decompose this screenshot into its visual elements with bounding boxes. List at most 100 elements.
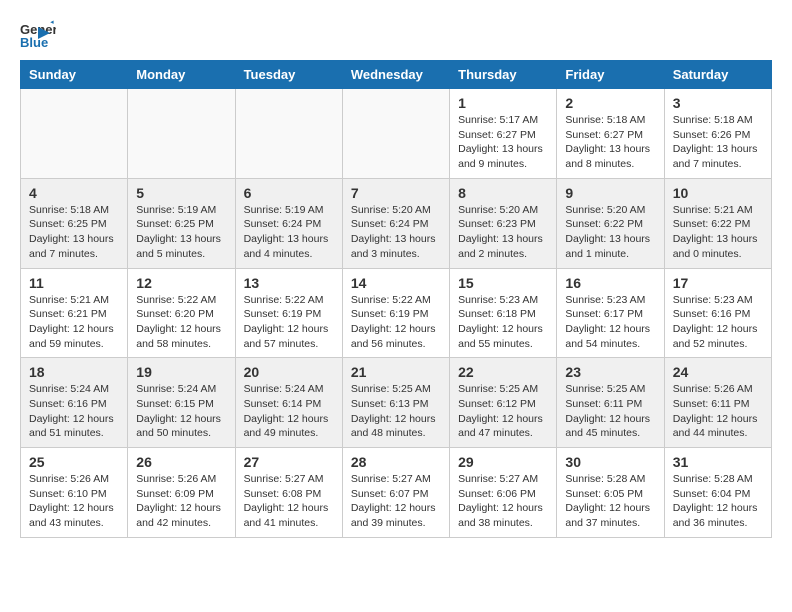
date-number: 22 bbox=[458, 364, 548, 380]
logo-arrow-icon bbox=[34, 23, 54, 43]
cell-info: Sunrise: 5:24 AMSunset: 6:16 PMDaylight:… bbox=[29, 382, 119, 441]
date-number: 16 bbox=[565, 275, 655, 291]
calendar-cell: 21 Sunrise: 5:25 AMSunset: 6:13 PMDayligh… bbox=[342, 358, 449, 448]
date-number: 8 bbox=[458, 185, 548, 201]
calendar-cell: 2 Sunrise: 5:18 AMSunset: 6:27 PMDaylight… bbox=[557, 89, 664, 179]
cell-info: Sunrise: 5:18 AMSunset: 6:26 PMDaylight:… bbox=[673, 113, 763, 172]
cell-info: Sunrise: 5:25 AMSunset: 6:12 PMDaylight:… bbox=[458, 382, 548, 441]
date-number: 9 bbox=[565, 185, 655, 201]
date-number: 10 bbox=[673, 185, 763, 201]
calendar-week-4: 18 Sunrise: 5:24 AMSunset: 6:16 PMDayligh… bbox=[21, 358, 772, 448]
calendar-cell: 6 Sunrise: 5:19 AMSunset: 6:24 PMDaylight… bbox=[235, 178, 342, 268]
calendar-cell: 1 Sunrise: 5:17 AMSunset: 6:27 PMDaylight… bbox=[450, 89, 557, 179]
calendar-cell: 12 Sunrise: 5:22 AMSunset: 6:20 PMDayligh… bbox=[128, 268, 235, 358]
date-number: 14 bbox=[351, 275, 441, 291]
calendar-cell: 10 Sunrise: 5:21 AMSunset: 6:22 PMDayligh… bbox=[664, 178, 771, 268]
cell-info: Sunrise: 5:22 AMSunset: 6:20 PMDaylight:… bbox=[136, 293, 226, 352]
date-number: 17 bbox=[673, 275, 763, 291]
cell-info: Sunrise: 5:24 AMSunset: 6:14 PMDaylight:… bbox=[244, 382, 334, 441]
cell-info: Sunrise: 5:20 AMSunset: 6:22 PMDaylight:… bbox=[565, 203, 655, 262]
calendar-cell: 9 Sunrise: 5:20 AMSunset: 6:22 PMDaylight… bbox=[557, 178, 664, 268]
cell-info: Sunrise: 5:23 AMSunset: 6:17 PMDaylight:… bbox=[565, 293, 655, 352]
cell-info: Sunrise: 5:23 AMSunset: 6:18 PMDaylight:… bbox=[458, 293, 548, 352]
day-header-wednesday: Wednesday bbox=[342, 61, 449, 89]
cell-info: Sunrise: 5:21 AMSunset: 6:21 PMDaylight:… bbox=[29, 293, 119, 352]
calendar-cell: 5 Sunrise: 5:19 AMSunset: 6:25 PMDaylight… bbox=[128, 178, 235, 268]
day-header-monday: Monday bbox=[128, 61, 235, 89]
calendar-cell: 24 Sunrise: 5:26 AMSunset: 6:11 PMDayligh… bbox=[664, 358, 771, 448]
calendar-cell: 22 Sunrise: 5:25 AMSunset: 6:12 PMDayligh… bbox=[450, 358, 557, 448]
cell-info: Sunrise: 5:27 AMSunset: 6:07 PMDaylight:… bbox=[351, 472, 441, 531]
date-number: 13 bbox=[244, 275, 334, 291]
calendar-cell: 7 Sunrise: 5:20 AMSunset: 6:24 PMDaylight… bbox=[342, 178, 449, 268]
cell-info: Sunrise: 5:28 AMSunset: 6:04 PMDaylight:… bbox=[673, 472, 763, 531]
calendar-cell bbox=[235, 89, 342, 179]
cell-info: Sunrise: 5:27 AMSunset: 6:06 PMDaylight:… bbox=[458, 472, 548, 531]
date-number: 23 bbox=[565, 364, 655, 380]
cell-info: Sunrise: 5:26 AMSunset: 6:11 PMDaylight:… bbox=[673, 382, 763, 441]
day-header-thursday: Thursday bbox=[450, 61, 557, 89]
date-number: 2 bbox=[565, 95, 655, 111]
calendar-week-1: 1 Sunrise: 5:17 AMSunset: 6:27 PMDaylight… bbox=[21, 89, 772, 179]
cell-info: Sunrise: 5:19 AMSunset: 6:25 PMDaylight:… bbox=[136, 203, 226, 262]
calendar-cell: 25Sunrise: 5:26 AMSunset: 6:10 PMDayligh… bbox=[21, 448, 128, 538]
date-number: 7 bbox=[351, 185, 441, 201]
cell-info: Sunrise: 5:26 AMSunset: 6:09 PMDaylight:… bbox=[136, 472, 226, 531]
cell-info: Sunrise: 5:24 AMSunset: 6:15 PMDaylight:… bbox=[136, 382, 226, 441]
calendar-cell: 16 Sunrise: 5:23 AMSunset: 6:17 PMDayligh… bbox=[557, 268, 664, 358]
calendar-cell: 4 Sunrise: 5:18 AMSunset: 6:25 PMDaylight… bbox=[21, 178, 128, 268]
calendar-cell: 29Sunrise: 5:27 AMSunset: 6:06 PMDayligh… bbox=[450, 448, 557, 538]
cell-info: Sunrise: 5:17 AMSunset: 6:27 PMDaylight:… bbox=[458, 113, 548, 172]
calendar-cell: 11Sunrise: 5:21 AMSunset: 6:21 PMDayligh… bbox=[21, 268, 128, 358]
date-number: 21 bbox=[351, 364, 441, 380]
date-number: 5 bbox=[136, 185, 226, 201]
cell-info: Sunrise: 5:26 AMSunset: 6:10 PMDaylight:… bbox=[29, 472, 119, 531]
calendar-cell: 19 Sunrise: 5:24 AMSunset: 6:15 PMDayligh… bbox=[128, 358, 235, 448]
day-header-friday: Friday bbox=[557, 61, 664, 89]
calendar-table: SundayMondayTuesdayWednesdayThursdayFrid… bbox=[20, 60, 772, 538]
calendar-cell: 13 Sunrise: 5:22 AMSunset: 6:19 PMDayligh… bbox=[235, 268, 342, 358]
calendar-cell: 20 Sunrise: 5:24 AMSunset: 6:14 PMDayligh… bbox=[235, 358, 342, 448]
calendar-cell: 17 Sunrise: 5:23 AMSunset: 6:16 PMDayligh… bbox=[664, 268, 771, 358]
cell-info: Sunrise: 5:25 AMSunset: 6:13 PMDaylight:… bbox=[351, 382, 441, 441]
date-number: 30 bbox=[565, 454, 655, 470]
calendar-week-3: 11Sunrise: 5:21 AMSunset: 6:21 PMDayligh… bbox=[21, 268, 772, 358]
calendar-cell: 8 Sunrise: 5:20 AMSunset: 6:23 PMDaylight… bbox=[450, 178, 557, 268]
date-number: 27 bbox=[244, 454, 334, 470]
cell-info: Sunrise: 5:20 AMSunset: 6:23 PMDaylight:… bbox=[458, 203, 548, 262]
cell-info: Sunrise: 5:20 AMSunset: 6:24 PMDaylight:… bbox=[351, 203, 441, 262]
cell-info: Sunrise: 5:25 AMSunset: 6:11 PMDaylight:… bbox=[565, 382, 655, 441]
calendar-cell: 3Sunrise: 5:18 AMSunset: 6:26 PMDaylight… bbox=[664, 89, 771, 179]
calendar-header-row: SundayMondayTuesdayWednesdayThursdayFrid… bbox=[21, 61, 772, 89]
cell-info: Sunrise: 5:28 AMSunset: 6:05 PMDaylight:… bbox=[565, 472, 655, 531]
cell-info: Sunrise: 5:27 AMSunset: 6:08 PMDaylight:… bbox=[244, 472, 334, 531]
date-number: 4 bbox=[29, 185, 119, 201]
calendar-cell: 27 Sunrise: 5:27 AMSunset: 6:08 PMDayligh… bbox=[235, 448, 342, 538]
date-number: 26 bbox=[136, 454, 226, 470]
cell-info: Sunrise: 5:18 AMSunset: 6:27 PMDaylight:… bbox=[565, 113, 655, 172]
date-number: 24 bbox=[673, 364, 763, 380]
date-number: 20 bbox=[244, 364, 334, 380]
cell-info: Sunrise: 5:19 AMSunset: 6:24 PMDaylight:… bbox=[244, 203, 334, 262]
date-number: 19 bbox=[136, 364, 226, 380]
cell-info: Sunrise: 5:23 AMSunset: 6:16 PMDaylight:… bbox=[673, 293, 763, 352]
cell-info: Sunrise: 5:22 AMSunset: 6:19 PMDaylight:… bbox=[244, 293, 334, 352]
cell-info: Sunrise: 5:21 AMSunset: 6:22 PMDaylight:… bbox=[673, 203, 763, 262]
date-number: 1 bbox=[458, 95, 548, 111]
date-number: 28 bbox=[351, 454, 441, 470]
date-number: 18 bbox=[29, 364, 119, 380]
calendar-week-5: 25Sunrise: 5:26 AMSunset: 6:10 PMDayligh… bbox=[21, 448, 772, 538]
date-number: 12 bbox=[136, 275, 226, 291]
calendar-cell: 18 Sunrise: 5:24 AMSunset: 6:16 PMDayligh… bbox=[21, 358, 128, 448]
calendar-cell: 26 Sunrise: 5:26 AMSunset: 6:09 PMDayligh… bbox=[128, 448, 235, 538]
date-number: 6 bbox=[244, 185, 334, 201]
calendar-cell: 15Sunrise: 5:23 AMSunset: 6:18 PMDayligh… bbox=[450, 268, 557, 358]
page-header: General Blue bbox=[20, 20, 772, 50]
day-header-tuesday: Tuesday bbox=[235, 61, 342, 89]
day-header-saturday: Saturday bbox=[664, 61, 771, 89]
calendar-cell: 23 Sunrise: 5:25 AMSunset: 6:11 PMDayligh… bbox=[557, 358, 664, 448]
cell-info: Sunrise: 5:18 AMSunset: 6:25 PMDaylight:… bbox=[29, 203, 119, 262]
calendar-cell: 30 Sunrise: 5:28 AMSunset: 6:05 PMDayligh… bbox=[557, 448, 664, 538]
calendar-cell bbox=[342, 89, 449, 179]
calendar-cell: 14Sunrise: 5:22 AMSunset: 6:19 PMDayligh… bbox=[342, 268, 449, 358]
